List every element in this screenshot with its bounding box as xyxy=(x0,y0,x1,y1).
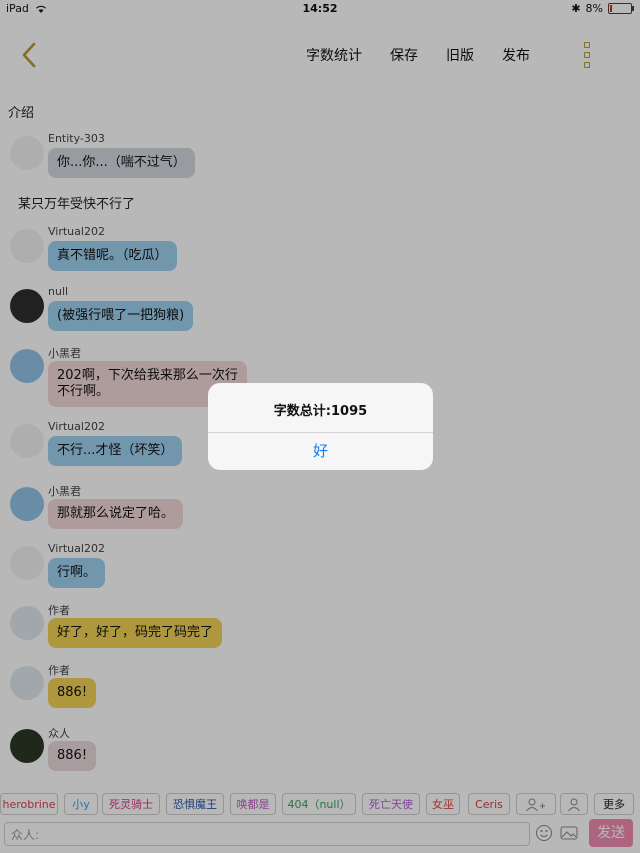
alert-ok-button[interactable]: 好 xyxy=(208,433,433,470)
word-count-alert: 字数总计:1095 好 xyxy=(208,383,433,470)
alert-message: 字数总计:1095 xyxy=(273,404,368,419)
